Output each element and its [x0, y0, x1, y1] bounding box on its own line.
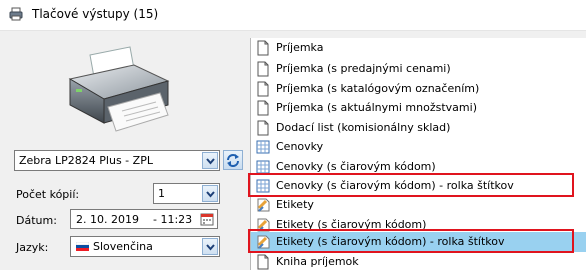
list-item[interactable]: Príjemka (s aktuálnymi množstvami) — [251, 98, 586, 118]
list-item[interactable]: Príjemka (s predajnými cenami) — [251, 59, 586, 79]
highlight-box — [248, 173, 574, 197]
time-value: - 11:23 — [153, 213, 193, 226]
list-item-label: Dodací list (komisionálny sklad) — [276, 121, 451, 134]
refresh-printers-button[interactable] — [223, 150, 243, 170]
list-item-label: Etikety — [276, 198, 314, 211]
chevron-down-icon[interactable] — [202, 238, 218, 255]
list-item[interactable]: Etikety — [251, 195, 586, 215]
printer-select[interactable]: Zebra LP2824 Plus - ZPL — [14, 150, 220, 171]
list-item[interactable]: Kniha príjemok — [251, 252, 586, 272]
list-item[interactable]: Príjemka (s katalógovým označením) — [251, 79, 586, 99]
chevron-down-icon[interactable] — [202, 152, 218, 169]
printer-app-icon — [9, 7, 23, 21]
document-icon — [257, 100, 269, 116]
copies-value: 1 — [158, 187, 165, 200]
language-label: Jazyk: — [16, 241, 49, 254]
printer-illustration-icon — [68, 46, 170, 132]
copies-select[interactable]: 1 — [153, 183, 220, 204]
printer-select-value: Zebra LP2824 Plus - ZPL — [19, 154, 153, 167]
list-item-label: Cenovky (s čiarovým kódom) — [276, 160, 436, 173]
chevron-down-icon[interactable] — [202, 185, 218, 202]
list-item[interactable]: Príjemka — [251, 38, 586, 58]
document-icon — [257, 61, 269, 77]
refresh-icon — [227, 154, 239, 167]
list-item-label: Cenovky — [276, 140, 324, 153]
document-icon — [257, 120, 269, 136]
document-icon — [257, 40, 269, 56]
print-settings-panel: Zebra LP2824 Plus - ZPL Počet kópií: 1 D… — [0, 31, 250, 270]
title-bar: Tlačové výstupy (15) — [0, 0, 586, 31]
date-label: Dátum: — [16, 214, 57, 227]
highlight-box — [248, 229, 574, 253]
list-item-label: Príjemka (s predajnými cenami) — [276, 62, 451, 75]
list-item-label: Príjemka — [276, 41, 324, 54]
list-item-label: Kniha príjemok — [276, 255, 359, 268]
list-item[interactable]: Dodací list (komisionálny sklad) — [251, 118, 586, 138]
date-value: 2. 10. 2019 — [76, 213, 139, 226]
list-item[interactable]: Cenovky — [251, 137, 586, 157]
print-outputs-window: Tlačové výstupy (15) Zebra LP2824 Plus -… — [0, 0, 586, 270]
document-icon — [257, 81, 269, 97]
list-item-label: Príjemka (s aktuálnymi množstvami) — [276, 101, 477, 114]
calendar-icon[interactable] — [200, 212, 214, 226]
grid-icon — [256, 140, 270, 154]
document-icon — [257, 254, 269, 270]
label-icon — [257, 198, 270, 212]
list-item-label: Príjemka (s katalógovým označením) — [276, 82, 480, 95]
window-title: Tlačové výstupy (15) — [32, 7, 159, 21]
language-value: Slovenčina — [93, 240, 153, 253]
slovakia-flag-icon — [76, 242, 89, 251]
date-time-picker[interactable]: 2. 10. 2019 - 11:23 — [70, 209, 218, 229]
copies-label: Počet kópií: — [16, 188, 80, 201]
language-select[interactable]: Slovenčina — [70, 236, 220, 257]
